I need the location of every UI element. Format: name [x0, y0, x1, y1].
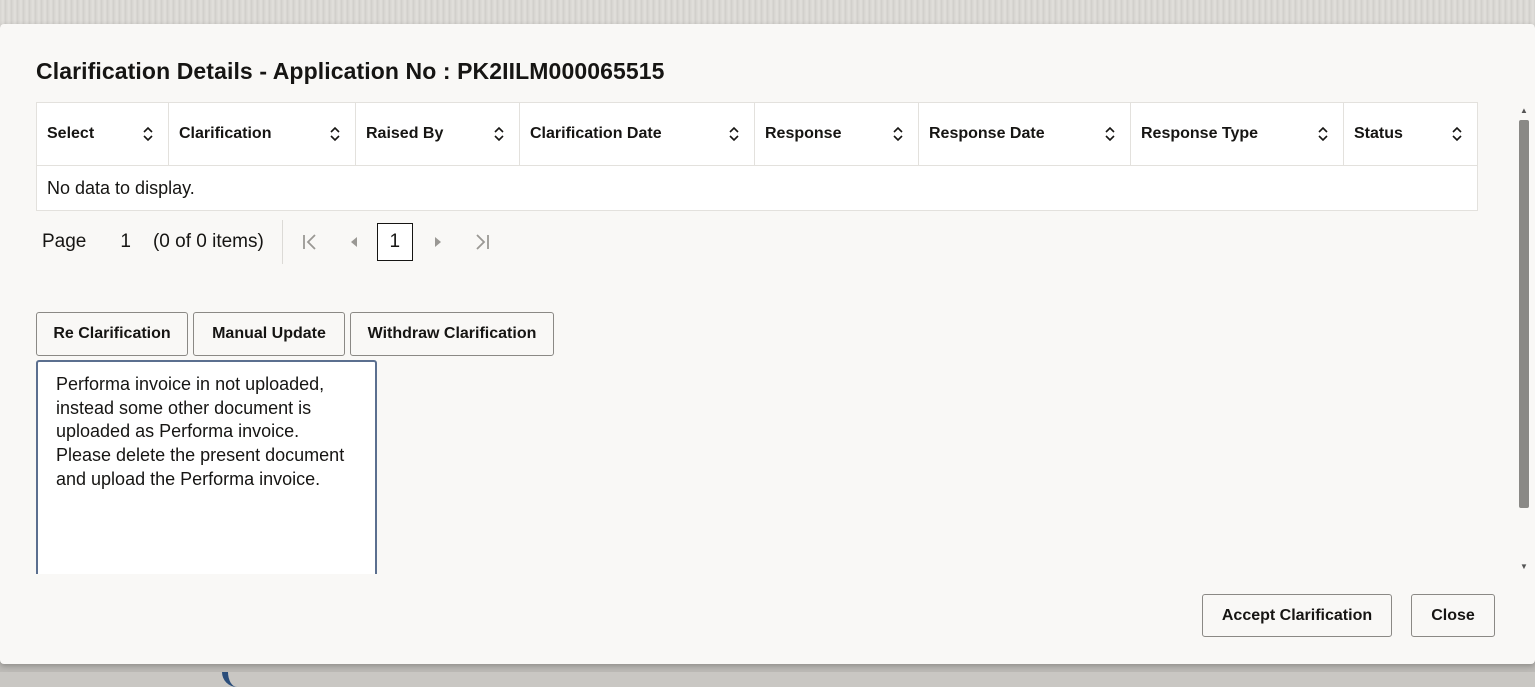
column-header-select[interactable]: Select — [37, 103, 169, 165]
column-header-response-type[interactable]: Response Type — [1131, 103, 1344, 165]
re-clarification-button[interactable]: Re Clarification — [36, 312, 188, 356]
sort-icon — [1105, 126, 1115, 142]
sort-icon — [1318, 126, 1328, 142]
vertical-scrollbar[interactable]: ▲ ▼ — [1517, 106, 1531, 572]
sort-icon — [729, 126, 739, 142]
pagination-bar: Page 1 (0 of 0 items) 1 — [36, 220, 495, 264]
scroll-up-icon[interactable]: ▲ — [1519, 106, 1529, 116]
current-page-button[interactable]: 1 — [376, 223, 413, 261]
column-header-clarification-date[interactable]: Clarification Date — [520, 103, 755, 165]
background-page-header — [0, 0, 1535, 26]
table-header: Select Clarification Raised By Clarifica… — [37, 103, 1477, 166]
dialog-title: Clarification Details - Application No :… — [36, 58, 665, 84]
dialog-scroll-region: Clarification Details - Application No :… — [0, 24, 1535, 574]
scroll-down-icon[interactable]: ▼ — [1519, 562, 1529, 572]
sort-icon — [494, 126, 504, 142]
empty-table-message: No data to display. — [47, 178, 195, 198]
column-label: Clarification — [179, 125, 272, 142]
items-summary: (0 of 0 items) — [152, 231, 264, 252]
sort-icon — [1452, 126, 1462, 142]
clarification-remarks-textarea[interactable] — [36, 360, 377, 574]
column-label: Clarification Date — [530, 125, 662, 142]
page-number: 1 — [120, 231, 131, 252]
background-page-footer — [0, 672, 1535, 687]
accept-clarification-button[interactable]: Accept Clarification — [1202, 594, 1392, 637]
background-graphic — [222, 672, 282, 687]
sort-icon — [893, 126, 903, 142]
scrollbar-thumb[interactable] — [1519, 120, 1529, 508]
column-header-status[interactable]: Status — [1344, 103, 1477, 165]
column-header-response-date[interactable]: Response Date — [919, 103, 1131, 165]
sort-icon — [330, 126, 340, 142]
column-label: Raised By — [366, 125, 444, 142]
column-label: Status — [1354, 125, 1403, 142]
next-page-icon[interactable] — [425, 229, 451, 255]
column-header-response[interactable]: Response — [755, 103, 919, 165]
column-label: Select — [47, 125, 95, 142]
first-page-icon[interactable] — [297, 229, 323, 255]
clarification-details-dialog: Clarification Details - Application No :… — [0, 24, 1535, 664]
close-button[interactable]: Close — [1411, 594, 1495, 637]
column-label: Response Type — [1141, 125, 1259, 142]
prev-page-icon[interactable] — [341, 229, 367, 255]
withdraw-clarification-button[interactable]: Withdraw Clarification — [350, 312, 554, 356]
manual-update-button[interactable]: Manual Update — [193, 312, 345, 356]
page-label: Page — [42, 231, 87, 252]
pagination-divider — [281, 220, 283, 264]
sort-icon — [143, 126, 153, 142]
column-header-clarification[interactable]: Clarification — [169, 103, 356, 165]
last-page-icon[interactable] — [469, 229, 495, 255]
clarification-table: Select Clarification Raised By Clarifica… — [36, 102, 1478, 211]
column-header-raised-by[interactable]: Raised By — [356, 103, 520, 165]
column-label: Response — [765, 125, 842, 142]
column-label: Response Date — [929, 125, 1045, 142]
